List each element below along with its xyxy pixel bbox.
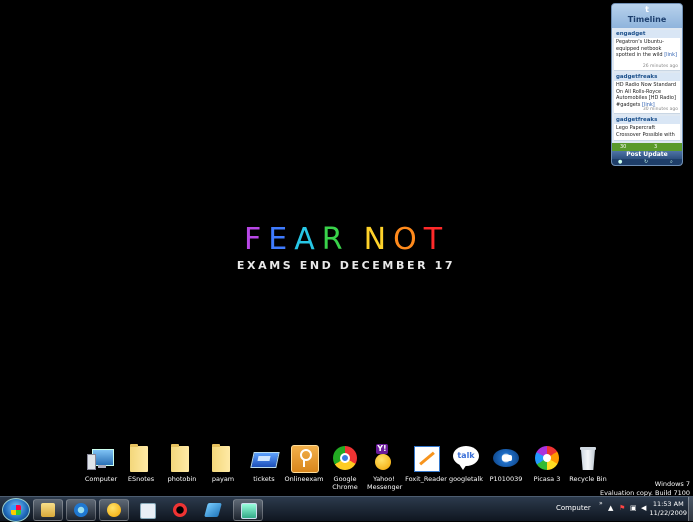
talk-icon: talk <box>451 444 481 474</box>
taskbar-ie[interactable] <box>66 499 96 521</box>
tweet-text: Pegatron's Ubuntu-equipped netbook spott… <box>616 39 677 58</box>
tweet-text: HD Radio Now Standard On All Rolls-Royce… <box>616 82 677 108</box>
tweet-user[interactable]: gadgetfreaks <box>614 116 680 124</box>
icon-label: P1010039 <box>489 475 523 483</box>
tweet[interactable]: gadgetfreaks Lego Papercraft Crossover P… <box>614 116 680 141</box>
title-letter: R <box>321 222 350 257</box>
pdf-icon <box>411 444 441 474</box>
speech-icon[interactable]: ● <box>618 159 622 165</box>
twitter-gadget[interactable]: t Timeline engadget Pegatron's Ubuntu-eq… <box>611 3 683 166</box>
taskbar-yahoo[interactable] <box>99 499 129 521</box>
volume-icon[interactable]: ◀ <box>641 505 648 512</box>
chevron-right-icon[interactable]: » <box>599 500 603 507</box>
gadget-header: t Timeline <box>612 4 682 28</box>
title-letter: T <box>423 222 450 257</box>
tweet-user[interactable]: gadgetfreaks <box>614 73 680 81</box>
desktop-icon-onlineexam[interactable]: Onlineexam <box>281 444 327 483</box>
title-letter: A <box>294 222 322 257</box>
monitor-icon <box>241 503 257 519</box>
tweet[interactable]: gadgetfreaks HD Radio Now Standard On Al… <box>614 73 680 114</box>
windows-watermark-line1: Windows 7 <box>654 480 690 488</box>
chevron-up-icon[interactable]: ▲ <box>608 505 615 512</box>
computer-icon <box>86 444 116 474</box>
folder-icon <box>126 444 156 474</box>
notepad-icon <box>140 503 156 519</box>
rc-icon <box>173 503 187 517</box>
tweet[interactable]: engadget Pegatron's Ubuntu-equipped netb… <box>614 30 680 71</box>
title-letter: E <box>268 222 295 257</box>
taskbar-explorer[interactable] <box>33 499 63 521</box>
icon-label: Picasa 3 <box>533 475 561 483</box>
refresh-icon[interactable]: ↻ <box>644 159 648 165</box>
tweet-link[interactable]: [link] <box>664 52 677 58</box>
recycle-bin-icon <box>573 444 603 474</box>
twitter-logo-icon: t <box>645 5 649 14</box>
icon-label: Yahoo! Messenger <box>367 475 403 491</box>
clock-date: 11/22/2009 <box>649 509 687 517</box>
title-letter: F <box>243 222 269 257</box>
tweet-time: 30 minutes ago <box>642 107 678 112</box>
desktop-icon-esnotes[interactable]: ESnotes <box>118 444 164 483</box>
start-button[interactable] <box>2 498 30 522</box>
title-letter: N <box>363 222 394 257</box>
network-icon[interactable]: ▣ <box>630 505 637 512</box>
tweet-time: 26 minutes ago <box>642 64 678 69</box>
icon-label: Onlineexam <box>284 475 324 483</box>
icon-label: payam <box>211 475 235 483</box>
system-tray: Computer » ▲ ⚑ ▣ ◀ 11:53 AM 11/22/2009 <box>553 497 693 521</box>
taskbar-notepad[interactable] <box>132 499 162 521</box>
wallpaper-title: FEAR NOT <box>0 222 693 257</box>
post-update-button[interactable]: Post Update <box>612 151 682 159</box>
paint-icon <box>204 503 222 517</box>
desktop-icon-yahoo-messenger[interactable]: Y! Yahoo! Messenger <box>361 444 407 491</box>
search-icon[interactable]: ⌕ <box>670 159 673 165</box>
picasa-icon <box>532 444 562 474</box>
icon-label: Recycle Bin <box>569 475 607 483</box>
taskbar-paint[interactable] <box>198 499 228 521</box>
messages-count[interactable]: 3 <box>654 143 657 151</box>
ie-icon <box>74 503 88 517</box>
tweet-text: Lego Papercraft Crossover Possible with <box>616 125 675 138</box>
desktop-icon-photobin[interactable]: photobin <box>159 444 205 483</box>
desktop-icon-recycle-bin[interactable]: Recycle Bin <box>565 444 611 483</box>
replies-count[interactable]: 30 <box>620 143 626 151</box>
taskbar-monitor[interactable] <box>233 499 263 521</box>
key-icon <box>289 444 319 474</box>
title-letter: O <box>393 222 424 257</box>
show-desktop-button[interactable] <box>688 497 693 521</box>
wallpaper-subtitle: EXAMS END DECEMBER 17 <box>236 259 456 272</box>
ticket-icon <box>249 444 280 474</box>
icon-label: Google Chrome <box>332 475 358 491</box>
clock[interactable]: 11:53 AM 11/22/2009 <box>650 500 687 518</box>
clock-time: 11:53 AM <box>652 500 684 508</box>
folder-icon <box>208 444 238 474</box>
photo-icon <box>491 444 521 474</box>
icon-label: photobin <box>167 475 197 483</box>
chrome-icon <box>330 444 360 474</box>
windows-logo-icon <box>11 505 21 515</box>
taskbar: Computer » ▲ ⚑ ▣ ◀ 11:53 AM 11/22/2009 <box>0 496 693 522</box>
gadget-title: Timeline <box>627 15 667 24</box>
desktop-icon-payam[interactable]: payam <box>200 444 246 483</box>
action-center-flag-icon[interactable]: ⚑ <box>619 505 626 512</box>
yahoo-icon <box>107 503 121 517</box>
desktop-icon-picasa[interactable]: Picasa 3 <box>524 444 570 483</box>
gadget-stats: 30 3 <box>612 143 682 151</box>
desktop-icon-p1010039[interactable]: P1010039 <box>483 444 529 483</box>
explorer-icon <box>41 503 55 517</box>
icon-label: ESnotes <box>127 475 155 483</box>
tray-toolbar-computer[interactable]: Computer <box>556 504 591 512</box>
taskbar-rc[interactable] <box>165 499 195 521</box>
tweet-user[interactable]: engadget <box>614 30 680 38</box>
gadget-toolbar: ● ↻ ⌕ <box>612 159 682 165</box>
yahoo-icon: Y! <box>369 444 399 474</box>
folder-icon <box>167 444 197 474</box>
